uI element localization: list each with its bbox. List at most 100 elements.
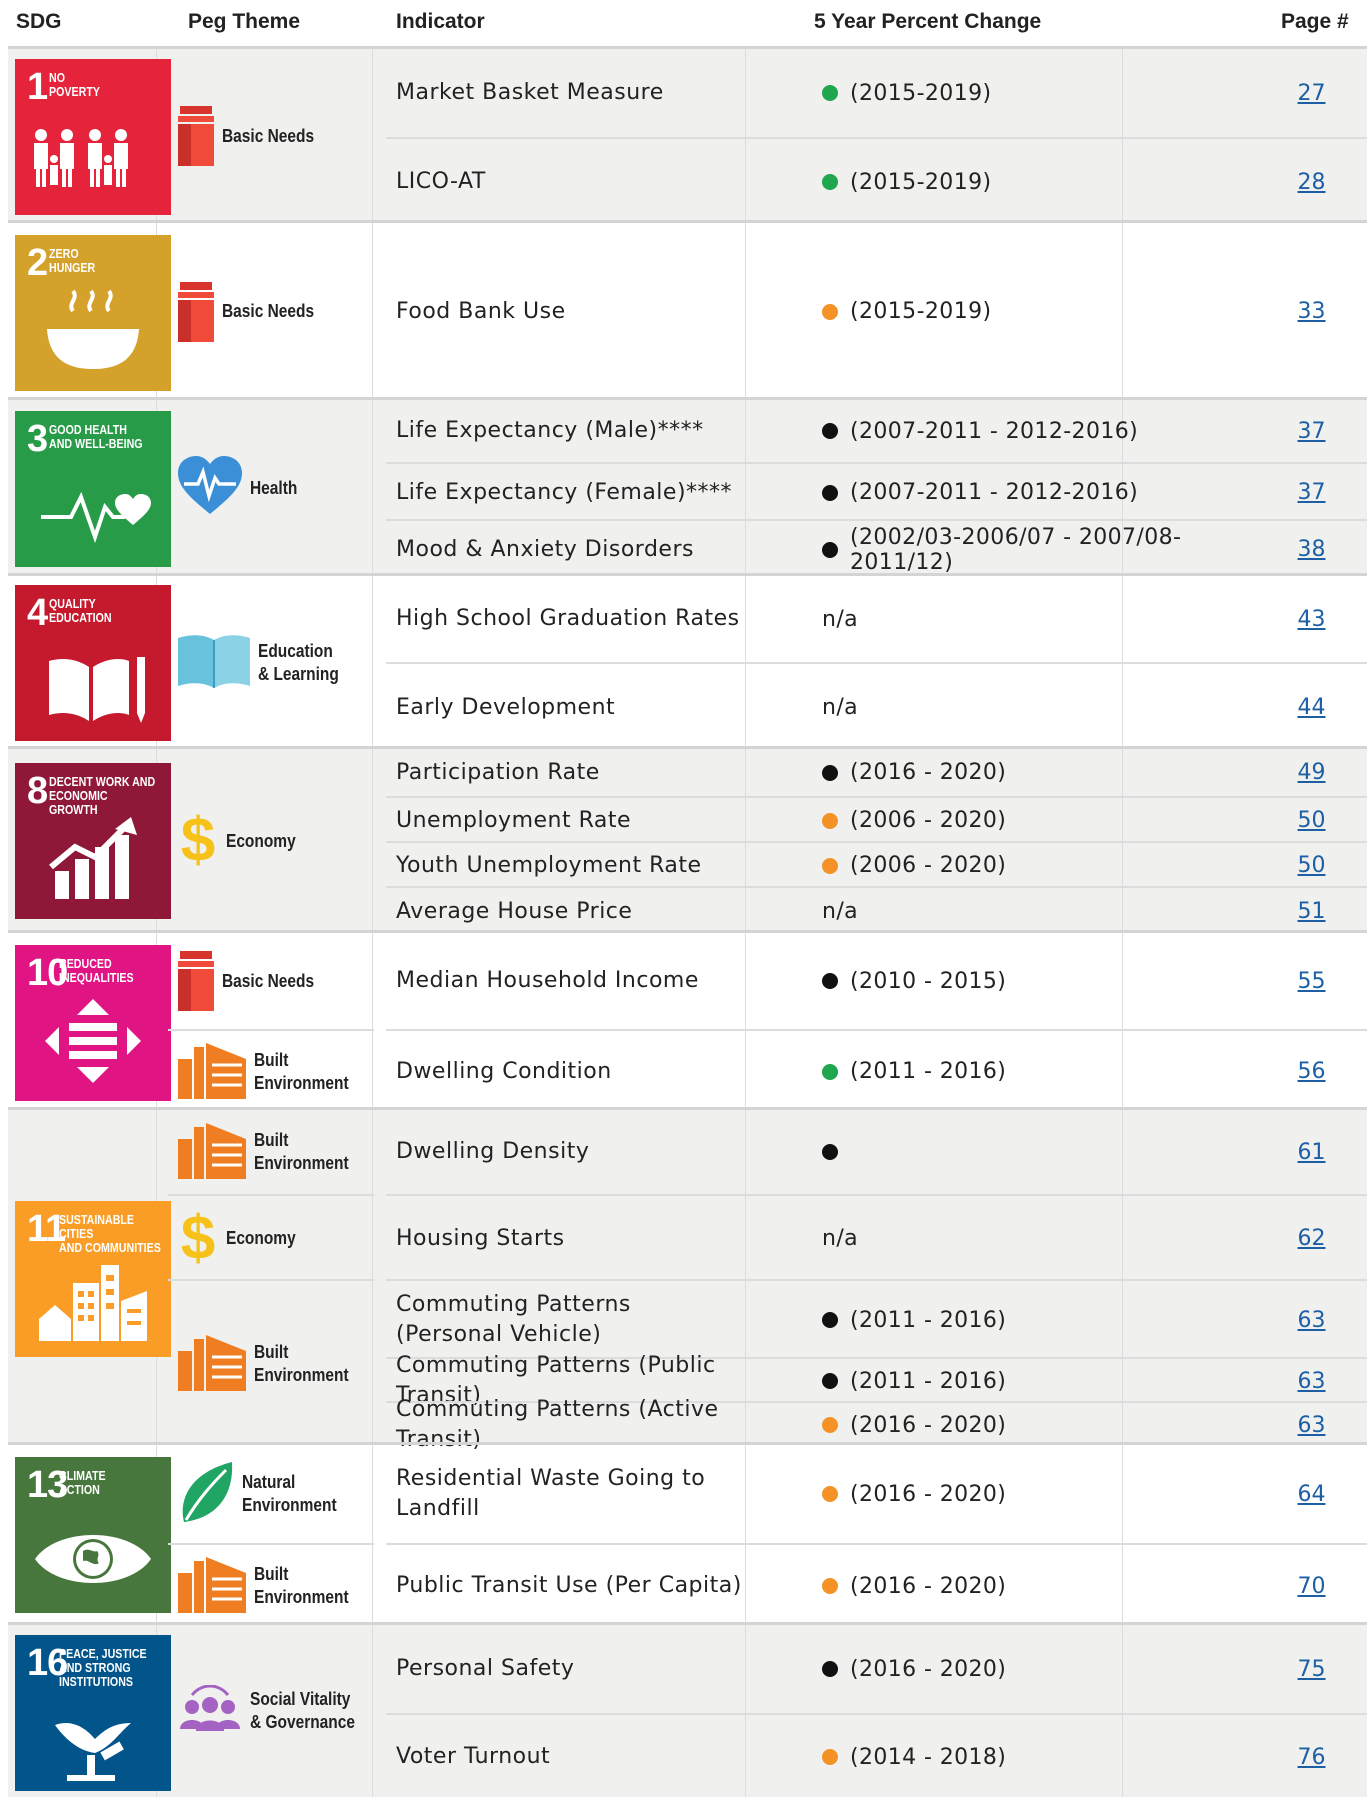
page-link[interactable]: 75 <box>1298 1657 1326 1682</box>
page-cell: 49 <box>1256 749 1367 796</box>
svg-text:$: $ <box>181 1205 215 1269</box>
table-row: Residential Waste Going to Landfill (2016… <box>386 1445 1367 1543</box>
percent-change-cell: n/a <box>822 576 1242 662</box>
peg-theme: Education & Learning <box>168 576 374 749</box>
sdg-3-tile: 3 GOOD HEALTH AND WELL-BEING <box>15 411 171 567</box>
percent-change-cell: (2006 - 2020) <box>822 843 1242 888</box>
sdg-group-3: 3 GOOD HEALTH AND WELL-BEING Health Life Ex… <box>8 397 1367 576</box>
milk-carton-icon <box>176 947 216 1015</box>
header-indicator: Indicator <box>396 10 485 33</box>
page-link[interactable]: 37 <box>1298 480 1326 505</box>
change-period: (2011 - 2016) <box>850 1307 1007 1333</box>
page-cell: 64 <box>1256 1445 1367 1543</box>
table-row: Life Expectancy (Male)**** (2007-2011 - 2… <box>386 400 1367 462</box>
peg-theme: Built Environment <box>168 1543 374 1627</box>
peg-theme: Basic Needs <box>168 223 374 400</box>
percent-change-cell: (2016 - 2020) <box>822 749 1242 796</box>
change-period: (2006 - 2020) <box>850 808 1007 833</box>
heart-pulse-icon <box>176 454 244 522</box>
dollar-icon: $ <box>176 806 220 875</box>
page-cell: 50 <box>1256 843 1367 888</box>
page-cell: 28 <box>1256 139 1367 225</box>
change-period: (2016 - 2020) <box>850 1656 1007 1682</box>
page-link[interactable]: 33 <box>1298 299 1326 324</box>
indicator-name: Commuting Patterns (Active Transit) <box>396 1397 719 1452</box>
table-row: Unemployment Rate (2006 - 2020) 50 <box>386 796 1367 843</box>
page-link[interactable]: 63 <box>1298 1413 1326 1438</box>
table-row: Voter Turnout (2014 - 2018) 76 <box>386 1713 1367 1799</box>
page-link[interactable]: 55 <box>1298 969 1326 994</box>
percent-change-cell: (2007-2011 - 2012-2016) <box>822 400 1242 462</box>
percent-change-cell: (2011 - 2016) <box>822 1359 1242 1403</box>
sdg-1-tile: 1 NO POVERTY <box>15 59 171 215</box>
indicator-name: LICO-AT <box>396 169 486 194</box>
page-link[interactable]: 61 <box>1298 1140 1326 1165</box>
page-link[interactable]: 43 <box>1298 607 1326 632</box>
change-period: (2007-2011 - 2012-2016) <box>850 480 1139 505</box>
change-period: (2016 - 2020) <box>850 1412 1007 1438</box>
sdg-number: 1 <box>27 66 48 108</box>
sdg-number: 3 <box>27 418 48 460</box>
peg-theme-label: Social Vitality & Governance <box>250 1689 355 1732</box>
peg-theme-label: Economy <box>226 830 296 851</box>
change-period: (2011 - 2016) <box>850 1059 1007 1084</box>
page-link[interactable]: 38 <box>1298 537 1326 562</box>
green-status-dot-icon <box>822 174 838 190</box>
peg-theme: Basic Needs <box>168 933 374 1029</box>
indicator-name: Housing Starts <box>396 1225 565 1251</box>
page-link[interactable]: 50 <box>1298 808 1326 833</box>
indicator-name: Life Expectancy (Male)**** <box>396 418 704 443</box>
buildings-icon <box>176 1555 248 1617</box>
svg-text:$: $ <box>181 807 215 871</box>
sdg-label: CLIMATE ACTION <box>59 1468 106 1497</box>
percent-change-cell: n/a <box>822 888 1242 935</box>
sdg-number: 8 <box>27 770 48 812</box>
page-link[interactable]: 51 <box>1298 899 1326 924</box>
page-link[interactable]: 64 <box>1298 1482 1326 1507</box>
page-link[interactable]: 44 <box>1298 695 1326 720</box>
sdg-group-10: 10 REDUCED INEQUALITIES Basic Needs Built E… <box>8 930 1367 1110</box>
sdg-2-tile: 2 ZERO HUNGER <box>15 235 171 391</box>
indicator-name: Average House Price <box>396 898 633 924</box>
peg-theme: Health <box>168 400 374 576</box>
percent-change-cell: (2011 - 2016) <box>822 1031 1242 1112</box>
page-link[interactable]: 62 <box>1298 1226 1326 1251</box>
sdg-group-16: 16 PEACE, JUSTICE AND STRONG INSTITUTIONS… <box>8 1622 1367 1797</box>
page-cell: 50 <box>1256 798 1367 843</box>
sdg-label: NO POVERTY <box>49 70 100 99</box>
leaf-icon <box>176 1460 236 1528</box>
peg-theme-label: Built Environment <box>254 1342 349 1385</box>
sdg-group-8: 8 DECENT WORK AND ECONOMIC GROWTH $ Economy… <box>8 746 1367 933</box>
table-row: Early Development n/a 44 <box>386 662 1367 751</box>
page-link[interactable]: 56 <box>1298 1059 1326 1084</box>
page-link[interactable]: 76 <box>1298 1745 1326 1770</box>
peg-theme-label: Built Environment <box>254 1130 349 1173</box>
orange-status-dot-icon <box>822 1486 838 1502</box>
header-sdg: SDG <box>16 10 62 33</box>
black-status-dot-icon <box>822 484 838 501</box>
black-status-dot-icon <box>822 1373 838 1389</box>
milk-carton-icon <box>176 102 216 170</box>
page-link[interactable]: 27 <box>1298 81 1326 106</box>
change-period: (2015-2019) <box>850 80 992 106</box>
percent-change-cell: (2015-2019) <box>822 49 1242 137</box>
orange-status-dot-icon <box>822 1417 838 1433</box>
peg-theme: $ Economy <box>168 749 374 933</box>
page-link[interactable]: 63 <box>1298 1369 1326 1394</box>
page-link[interactable]: 37 <box>1298 419 1326 444</box>
peg-theme: Natural Environment <box>168 1445 374 1543</box>
indicator-name: Early Development <box>396 694 616 720</box>
page-link[interactable]: 50 <box>1298 853 1326 878</box>
page-cell: 55 <box>1256 933 1367 1029</box>
change-period: (2016 - 2020) <box>850 1481 1007 1507</box>
table-row: Personal Safety (2016 - 2020) 75 <box>386 1625 1367 1713</box>
page-link[interactable]: 28 <box>1298 170 1326 195</box>
header-peg-theme: Peg Theme <box>188 10 301 33</box>
percent-change-cell: (2016 - 2020) <box>822 1625 1242 1713</box>
indicator-name: Market Basket Measure <box>396 80 664 105</box>
page-link[interactable]: 63 <box>1298 1308 1326 1333</box>
page-link[interactable]: 70 <box>1298 1574 1326 1599</box>
indicator-name: Participation Rate <box>396 759 600 785</box>
percent-change-cell: (2002/03-2006/07 - 2007/08-2011/12) <box>822 521 1242 578</box>
page-link[interactable]: 49 <box>1298 760 1326 785</box>
